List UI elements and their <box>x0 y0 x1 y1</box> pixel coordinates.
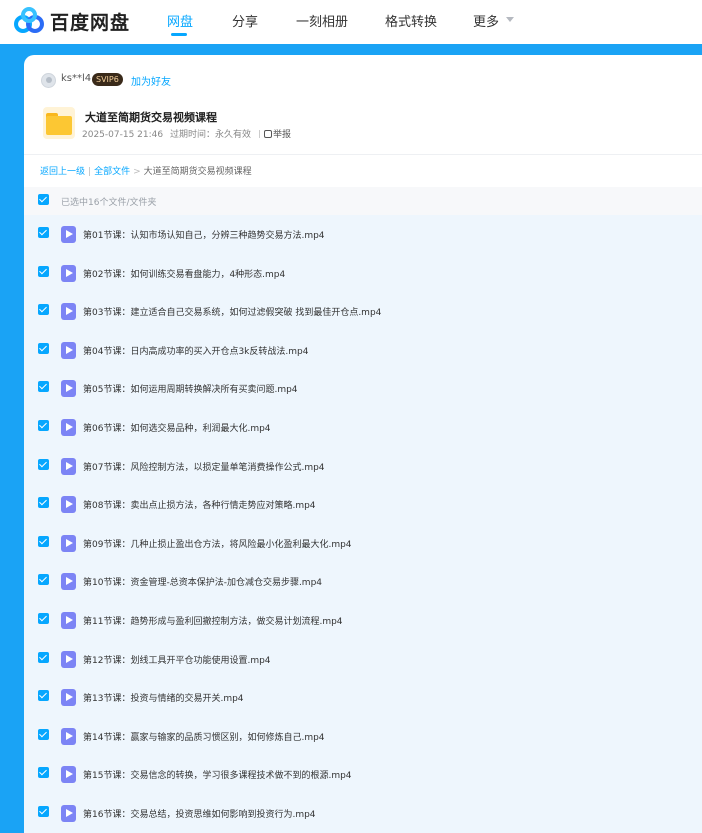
list-item[interactable]: 第11节课：趋势形成与盈利回撤控制方法，做交易计划流程.mp4 <box>24 603 702 641</box>
video-file-icon <box>61 341 76 359</box>
list-item[interactable]: 第12节课：划线工具开平仓功能使用设置.mp4 <box>24 642 702 680</box>
list-item[interactable]: 第01节课：认知市场认知自己，分辨三种趋势交易方法.mp4 <box>24 217 702 255</box>
row-checkbox[interactable] <box>38 265 49 277</box>
row-checkbox[interactable] <box>38 342 49 354</box>
share-date: 2025-07-15 21:46 <box>82 130 164 140</box>
nav-tab-album[interactable]: 一刻相册 <box>296 11 348 30</box>
owner-name[interactable]: ks**l4 <box>61 73 91 84</box>
file-name[interactable]: 第01节课：认知市场认知自己，分辨三种趋势交易方法.mp4 <box>83 228 325 241</box>
row-checkbox[interactable] <box>38 458 49 470</box>
file-name[interactable]: 第14节课：赢家与输家的品质习惯区别，如何修炼自己.mp4 <box>83 730 325 743</box>
row-checkbox[interactable] <box>38 574 49 586</box>
share-title: 大道至简期货交易视频课程 <box>85 111 217 124</box>
row-checkbox[interactable] <box>38 690 49 702</box>
select-all-checkbox[interactable] <box>38 194 49 205</box>
video-file-icon <box>61 573 76 591</box>
list-item[interactable]: 第07节课：风险控制方法，以损定量单笔消费操作公式.mp4 <box>24 449 702 487</box>
all-files-link[interactable]: 全部文件 <box>94 167 130 177</box>
video-file-icon <box>61 766 76 784</box>
file-name[interactable]: 第04节课：日内高成功率的买入开仓点3k反转战法.mp4 <box>83 344 308 357</box>
row-checkbox[interactable] <box>38 767 49 779</box>
file-name[interactable]: 第13节课：投资与情绪的交易开关.mp4 <box>83 691 244 704</box>
current-folder: 大道至简期货交易视频课程 <box>143 167 252 177</box>
back-link[interactable]: 返回上一级 <box>40 167 85 177</box>
video-file-icon <box>61 534 76 552</box>
row-checkbox[interactable] <box>38 381 49 393</box>
vip-badge: SVIP6 <box>92 73 123 86</box>
file-list: 第01节课：认知市场认知自己，分辨三种趋势交易方法.mp4 第02节课：如何训练交… <box>24 215 702 833</box>
nav-tab-format-convert[interactable]: 格式转换 <box>385 11 437 30</box>
row-checkbox[interactable] <box>38 728 49 740</box>
list-item[interactable]: 第06节课：如何选交易品种，利润最大化.mp4 <box>24 410 702 448</box>
video-file-icon <box>61 650 76 668</box>
file-name[interactable]: 第11节课：趋势形成与盈利回撤控制方法，做交易计划流程.mp4 <box>83 614 343 627</box>
video-file-icon <box>61 226 76 243</box>
baidu-netdisk-logo-icon[interactable] <box>14 6 44 36</box>
list-item[interactable]: 第14节课：赢家与输家的品质习惯区别，如何修炼自己.mp4 <box>24 719 702 757</box>
video-file-icon <box>61 689 76 707</box>
list-item[interactable]: 第05节课：如何运用周期转换解决所有买卖问题.mp4 <box>24 371 702 409</box>
list-item[interactable]: 第08节课：卖出点止损方法，各种行情走势应对策略.mp4 <box>24 487 702 525</box>
report-link[interactable]: 举报 <box>264 130 295 140</box>
nav-tab-netdisk[interactable]: 网盘 <box>167 11 193 30</box>
row-checkbox[interactable] <box>38 227 49 238</box>
row-checkbox[interactable] <box>38 651 49 663</box>
list-item[interactable]: 第04节课：日内高成功率的买入开仓点3k反转战法.mp4 <box>24 333 702 371</box>
row-checkbox[interactable] <box>38 420 49 431</box>
video-file-icon <box>61 496 76 514</box>
row-checkbox[interactable] <box>38 304 49 316</box>
share-expiry: 过期时间：永久有效 <box>169 130 251 140</box>
file-name[interactable]: 第12节课：划线工具开平仓功能使用设置.mp4 <box>83 653 271 666</box>
video-file-icon <box>61 419 76 436</box>
file-name[interactable]: 第03节课：建立适合自己交易系统，如何过滤假突破 找到最佳开仓点.mp4 <box>83 305 381 318</box>
breadcrumb: 返回上一级 | 全部文件 > 大道至简期货交易视频课程 <box>40 167 252 177</box>
row-checkbox[interactable] <box>38 613 49 624</box>
report-icon <box>264 130 272 138</box>
video-file-icon <box>61 727 76 745</box>
file-name[interactable]: 第07节课：风险控制方法，以损定量单笔消费操作公式.mp4 <box>83 460 325 473</box>
file-name[interactable]: 第10节课：资金管理-总资本保护法-加仓减仓交易步骤.mp4 <box>83 575 322 588</box>
nav-tab-more[interactable]: 更多 <box>473 11 499 30</box>
file-name[interactable]: 第02节课：如何训练交易看盘能力，4种形态.mp4 <box>83 267 285 280</box>
top-nav-bar: 百度网盘 网盘 分享 一刻相册 格式转换 更多 <box>0 0 702 44</box>
file-name[interactable]: 第06节课：如何选交易品种，利润最大化.mp4 <box>83 421 271 434</box>
divider <box>24 154 702 155</box>
list-item[interactable]: 第10节课：资金管理-总资本保护法-加仓减仓交易步骤.mp4 <box>24 564 702 602</box>
file-name[interactable]: 第05节课：如何运用周期转换解决所有买卖问题.mp4 <box>83 382 298 395</box>
file-name[interactable]: 第16节课：交易总结，投资思维如何影响到投资行为.mp4 <box>83 807 316 820</box>
nav-tab-share[interactable]: 分享 <box>232 11 258 30</box>
row-checkbox[interactable] <box>38 497 49 509</box>
list-item[interactable]: 第16节课：交易总结，投资思维如何影响到投资行为.mp4 <box>24 796 702 833</box>
share-panel: ks**l4 SVIP6 加为好友 大道至简期货交易视频课程 2025-07-1… <box>24 55 702 833</box>
selection-count: 已选中16个文件/文件夹 <box>61 198 157 208</box>
video-file-icon <box>61 805 76 822</box>
folder-icon <box>43 107 75 139</box>
brand-name[interactable]: 百度网盘 <box>50 8 130 35</box>
video-file-icon <box>61 303 76 321</box>
file-name[interactable]: 第09节课：几种止损止盈出仓方法，将风险最小化盈利最大化.mp4 <box>83 537 352 550</box>
list-item[interactable]: 第09节课：几种止损止盈出仓方法，将风险最小化盈利最大化.mp4 <box>24 526 702 564</box>
video-file-icon <box>61 612 76 629</box>
video-file-icon <box>61 380 76 398</box>
list-item[interactable]: 第02节课：如何训练交易看盘能力，4种形态.mp4 <box>24 256 702 294</box>
active-tab-indicator <box>171 33 187 36</box>
row-checkbox[interactable] <box>38 535 49 547</box>
row-checkbox[interactable] <box>38 806 49 817</box>
list-item[interactable]: 第15节课：交易信念的转换，学习很多课程技术做不到的根源.mp4 <box>24 757 702 795</box>
video-file-icon <box>61 264 76 282</box>
chevron-down-icon[interactable] <box>506 17 514 22</box>
add-friend-link[interactable]: 加为好友 <box>131 73 171 88</box>
share-meta: 2025-07-15 21:46 过期时间：永久有效 举报 <box>82 127 299 140</box>
avatar[interactable] <box>41 73 56 88</box>
file-name[interactable]: 第15节课：交易信念的转换，学习很多课程技术做不到的根源.mp4 <box>83 768 352 781</box>
video-file-icon <box>61 457 76 475</box>
list-item[interactable]: 第13节课：投资与情绪的交易开关.mp4 <box>24 680 702 718</box>
list-item[interactable]: 第03节课：建立适合自己交易系统，如何过滤假突破 找到最佳开仓点.mp4 <box>24 294 702 332</box>
file-name[interactable]: 第08节课：卖出点止损方法，各种行情走势应对策略.mp4 <box>83 498 316 511</box>
